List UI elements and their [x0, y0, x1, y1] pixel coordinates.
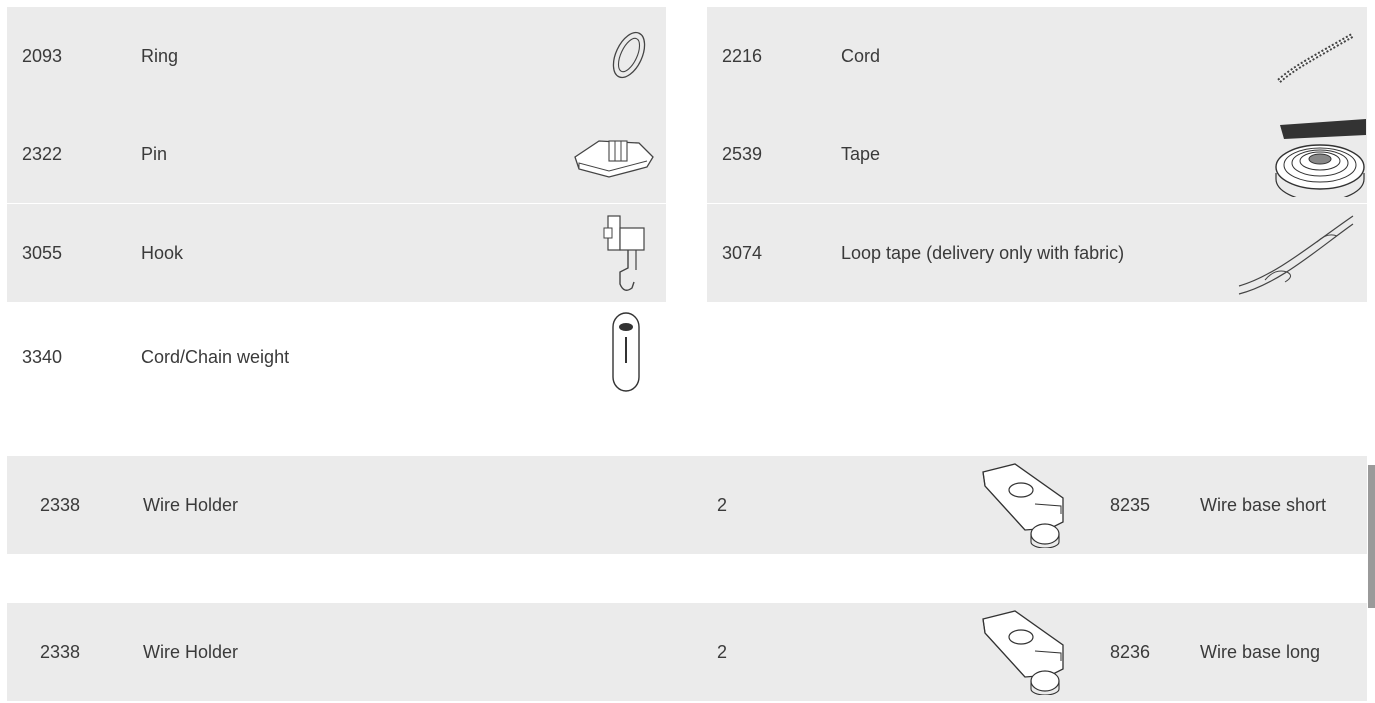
quantity: 2 — [717, 495, 728, 515]
part-row: 2216 Cord — [707, 7, 1367, 105]
loop-tape-icon — [1235, 212, 1355, 296]
part-row: 2093 Ring — [7, 7, 666, 105]
weight-icon — [611, 311, 643, 395]
part-name: Tape — [841, 144, 881, 164]
part-number: 2539 — [722, 144, 763, 164]
wire-holder-icon — [975, 462, 1075, 548]
pin-icon — [569, 133, 659, 183]
quantity: 2 — [717, 642, 728, 662]
part-number: 3055 — [22, 243, 63, 263]
reference-number: 8236 — [1110, 642, 1151, 662]
part-row: 3074 Loop tape (delivery only with fabri… — [707, 204, 1367, 302]
part-name: Wire Holder — [143, 495, 239, 515]
part-number: 3074 — [722, 243, 763, 263]
part-name: Cord — [841, 46, 881, 66]
part-name: Loop tape (delivery only with fabric) — [841, 243, 1125, 263]
scrollbar[interactable] — [1368, 465, 1375, 608]
part-name: Ring — [141, 46, 179, 66]
part-row: 3340 Cord/Chain weight — [7, 308, 666, 406]
wire-row: 2338 Wire Holder 2 8236 Wire base long — [7, 603, 1367, 701]
part-row: 3055 Hook — [7, 204, 666, 302]
wire-holder-icon — [975, 609, 1075, 695]
part-name: Cord/Chain weight — [141, 347, 290, 367]
part-name: Pin — [141, 144, 168, 164]
part-name: Wire Holder — [143, 642, 239, 662]
reference-name: Wire base short — [1200, 495, 1327, 515]
reference-name: Wire base long — [1200, 642, 1321, 662]
part-name: Hook — [141, 243, 184, 263]
cord-icon — [1275, 27, 1355, 87]
reference-number: 8235 — [1110, 495, 1151, 515]
part-row: 2539 Tape — [707, 105, 1367, 203]
ring-icon — [607, 25, 651, 85]
wire-row: 2338 Wire Holder 2 8235 Wire base short — [7, 456, 1367, 554]
part-number: 2093 — [22, 46, 63, 66]
part-number: 2216 — [722, 46, 763, 66]
part-row: 2322 Pin — [7, 105, 666, 203]
part-number: 2338 — [40, 642, 81, 662]
tape-roll-icon — [1270, 109, 1366, 197]
part-number: 2322 — [22, 144, 63, 164]
part-number: 2338 — [40, 495, 81, 515]
part-number: 3340 — [22, 347, 63, 367]
hook-icon — [600, 208, 650, 300]
